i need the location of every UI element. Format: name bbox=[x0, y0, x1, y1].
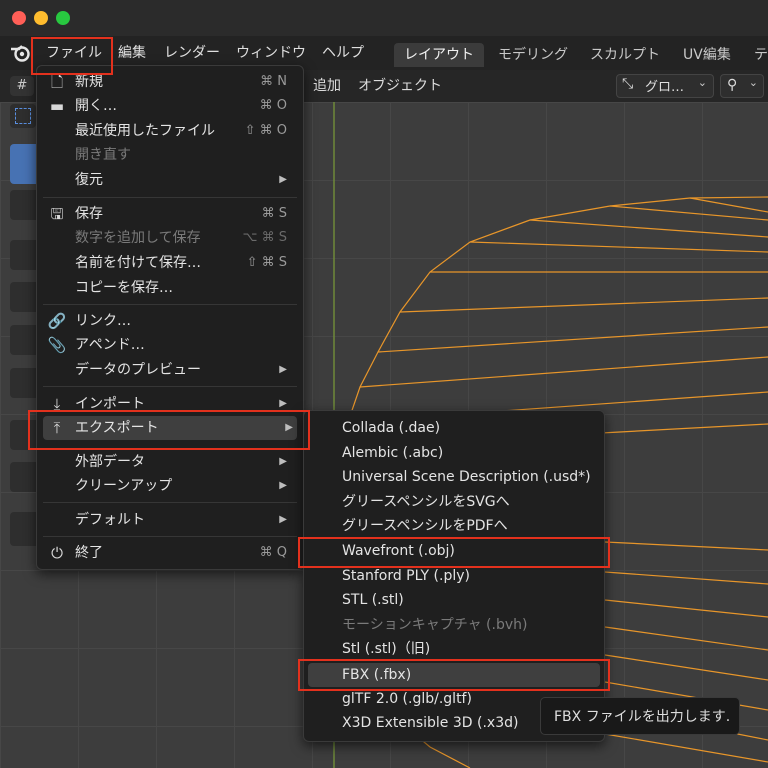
blender-logo-icon[interactable] bbox=[10, 43, 32, 63]
export-x3d[interactable]: X3D Extensible 3D (.x3d) bbox=[342, 711, 518, 735]
highlight-box-file-menu bbox=[31, 37, 113, 75]
file-menu: 🗋 新規 ⌘ N ▬ 開く… ⌘ O 最近使用したファイル ⇧ ⌘ O 開き直す 復元 ▶ … bbox=[36, 65, 304, 570]
menu-item-save-copy[interactable]: コピーを保存… bbox=[75, 276, 287, 300]
menu-object[interactable]: オブジェクト bbox=[358, 74, 442, 98]
pivot-dropdown[interactable]: ⚲ ⌄ bbox=[720, 74, 764, 98]
export-gpencil-svg[interactable]: グリースペンシルをSVGへ bbox=[342, 490, 510, 514]
menu-item-quit[interactable]: ⏻ 終了 ⌘ Q bbox=[51, 541, 287, 565]
highlight-box-wavefront bbox=[298, 537, 610, 568]
highlight-box-export bbox=[28, 410, 310, 450]
close-window-button[interactable] bbox=[12, 11, 26, 25]
menu-separator bbox=[43, 386, 297, 387]
orientation-value: グロ… bbox=[645, 80, 685, 95]
menu-item-save-as[interactable]: 名前を付けて保存… ⇧ ⌘ S bbox=[75, 251, 287, 275]
fbx-tooltip: FBX ファイルを出力します. bbox=[540, 697, 740, 735]
tab-sculpt[interactable]: スカルプト bbox=[580, 43, 670, 67]
tab-more[interactable]: テ bbox=[744, 43, 768, 67]
highlight-box-fbx bbox=[298, 659, 610, 691]
transform-orientation-dropdown[interactable]: ⤡ グロ… ⌄ bbox=[616, 74, 714, 98]
menu-window[interactable]: ウィンドウ bbox=[228, 41, 314, 65]
menu-render[interactable]: レンダー bbox=[156, 41, 228, 65]
export-submenu: Collada (.dae) Alembic (.abc) Universal … bbox=[303, 410, 605, 742]
menu-item-external-data[interactable]: 外部データ ▶ bbox=[75, 450, 287, 474]
menu-help[interactable]: ヘルプ bbox=[314, 41, 372, 65]
minimize-window-button[interactable] bbox=[34, 11, 48, 25]
tab-modeling[interactable]: モデリング bbox=[488, 43, 578, 67]
menu-item-append[interactable]: 📎 アペンド… bbox=[48, 333, 287, 357]
menu-item-save-incremental: 数字を追加して保存 ⌥ ⌘ S bbox=[75, 230, 287, 246]
menu-item-link[interactable]: 🔗 リンク… bbox=[48, 309, 287, 333]
link-pivot-icon: ⚲ bbox=[727, 77, 738, 93]
export-stl[interactable]: STL (.stl) bbox=[342, 588, 404, 612]
export-stl-legacy[interactable]: Stl (.stl)（旧) bbox=[342, 637, 430, 661]
save-icon: 🖫 bbox=[50, 205, 64, 223]
menu-separator bbox=[43, 536, 297, 537]
chevron-down-icon: ⌄ bbox=[697, 76, 707, 89]
export-bvh: モーションキャプチャ (.bvh) bbox=[342, 617, 528, 633]
tab-layout[interactable]: レイアウト bbox=[394, 43, 484, 67]
menu-item-revert: 開き直す bbox=[75, 147, 131, 163]
export-gpencil-pdf[interactable]: グリースペンシルをPDFへ bbox=[342, 514, 508, 538]
power-icon: ⏻ bbox=[51, 544, 63, 562]
menu-item-open[interactable]: ▬ 開く… ⌘ O bbox=[50, 94, 287, 118]
chevron-down-icon: ⌄ bbox=[748, 76, 758, 89]
menu-separator bbox=[43, 304, 297, 305]
editor-type-icon[interactable]: # bbox=[10, 76, 34, 96]
title-bar bbox=[0, 0, 768, 36]
export-collada[interactable]: Collada (.dae) bbox=[342, 416, 440, 440]
menu-separator bbox=[43, 197, 297, 198]
select-box-icon bbox=[15, 108, 31, 124]
orientation-icon: ⤡ bbox=[622, 76, 634, 92]
select-box-tool[interactable] bbox=[10, 104, 36, 128]
folder-icon: ▬ bbox=[49, 97, 65, 115]
menu-add[interactable]: 追加 bbox=[313, 74, 341, 98]
menu-item-data-preview[interactable]: データのプレビュー ▶ bbox=[75, 358, 287, 382]
menu-edit[interactable]: 編集 bbox=[110, 41, 154, 65]
link-icon: 🔗 bbox=[47, 312, 67, 330]
tab-uv-editing[interactable]: UV編集 bbox=[673, 43, 741, 67]
export-alembic[interactable]: Alembic (.abc) bbox=[342, 441, 443, 465]
menu-item-save[interactable]: 🖫 保存 ⌘ S bbox=[51, 202, 287, 226]
append-icon: 📎 bbox=[47, 336, 67, 354]
menu-separator bbox=[43, 502, 297, 503]
menu-item-cleanup[interactable]: クリーンアップ ▶ bbox=[75, 474, 287, 498]
menu-item-open-recent[interactable]: 最近使用したファイル ⇧ ⌘ O bbox=[75, 119, 287, 143]
zoom-window-button[interactable] bbox=[56, 11, 70, 25]
menu-item-defaults[interactable]: デフォルト ▶ bbox=[75, 508, 287, 532]
export-usd[interactable]: Universal Scene Description (.usd*) bbox=[342, 465, 591, 489]
menu-item-recover[interactable]: 復元 ▶ bbox=[75, 168, 287, 192]
